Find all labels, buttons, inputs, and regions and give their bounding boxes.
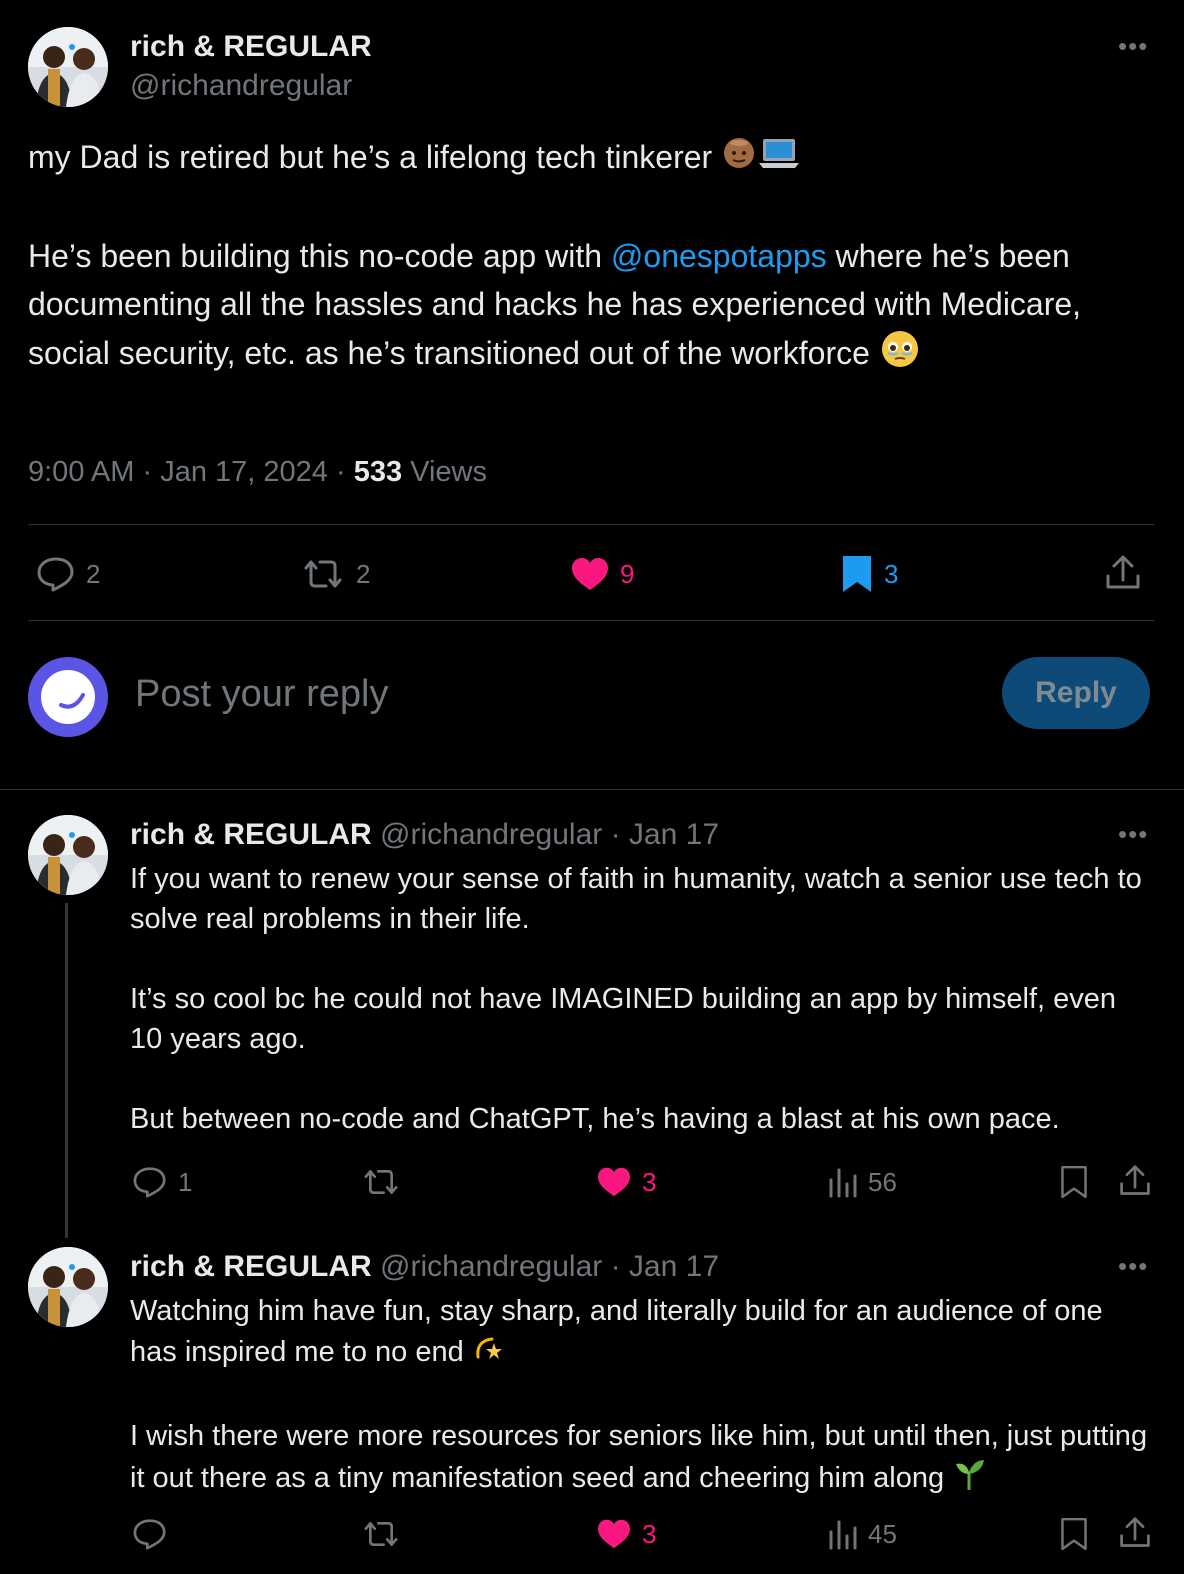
reply-icon — [133, 1167, 166, 1198]
view-count: 45 — [868, 1518, 897, 1549]
share-action[interactable] — [1118, 1164, 1152, 1198]
reply-author-handle[interactable]: @richandregular — [380, 1250, 602, 1283]
repost-count: 2 — [356, 558, 371, 589]
like-action[interactable]: 3 — [596, 1518, 656, 1550]
meta-separator: · — [335, 456, 346, 488]
post-meta: 9:00 AM · Jan 17, 2024 · 533 Views — [28, 452, 487, 492]
reply-paragraph: I wish there were more resources for sen… — [130, 1420, 1148, 1495]
reply-button[interactable]: Reply — [1002, 657, 1150, 729]
repost-action[interactable]: 2 — [300, 556, 370, 592]
smile-logo-icon — [30, 659, 106, 735]
like-count: 9 — [620, 558, 635, 589]
bookmark-icon — [1061, 1165, 1087, 1199]
man-bald-icon — [721, 135, 757, 184]
post-date[interactable]: Jan 17, 2024 — [160, 456, 328, 488]
repost-icon — [364, 1170, 398, 1194]
share-action[interactable] — [1104, 554, 1142, 592]
heart-filled-icon — [598, 1167, 630, 1197]
views-action[interactable]: 45 — [828, 1518, 897, 1550]
repost-icon — [304, 560, 342, 588]
like-action[interactable]: 9 — [570, 556, 634, 592]
views-label: Views — [410, 456, 487, 488]
heart-filled-icon — [572, 558, 608, 590]
meta-separator: · — [142, 456, 153, 488]
heart-filled-icon — [598, 1519, 630, 1549]
current-user-avatar[interactable] — [28, 657, 108, 737]
view-count: 56 — [868, 1166, 897, 1197]
analytics-icon — [829, 1168, 857, 1198]
more-options-icon[interactable]: ••• — [1118, 821, 1148, 847]
reply-text: Watching him have fun, stay sharp, and l… — [130, 1291, 1150, 1503]
reply-count: 2 — [86, 558, 101, 589]
avatar-photo-icon — [28, 815, 108, 895]
post-line-1: my Dad is retired but he’s a lifelong te… — [28, 139, 713, 175]
bookmark-icon — [1061, 1517, 1087, 1551]
share-icon — [1106, 555, 1140, 589]
bookmark-action[interactable] — [1060, 1516, 1088, 1552]
avatar-photo-icon — [28, 1247, 108, 1327]
divider — [28, 620, 1154, 621]
thread-connector — [65, 903, 68, 1238]
views-action[interactable]: 56 — [828, 1166, 897, 1198]
reply-author-handle[interactable]: @richandregular — [380, 818, 602, 851]
author-handle[interactable]: @richandregular — [130, 66, 372, 106]
reply-count: 1 — [178, 1166, 193, 1197]
bookmark-action[interactable]: 3 — [840, 554, 898, 594]
avatar-photo-icon — [28, 27, 108, 107]
reply-author-name[interactable]: rich & REGULAR — [130, 1250, 372, 1283]
reply-icon — [37, 557, 74, 592]
mention-link[interactable]: @onespotapps — [611, 238, 827, 274]
face-holding-back-tears-icon — [879, 328, 921, 383]
share-action[interactable] — [1118, 1516, 1152, 1550]
reply-input[interactable]: Post your reply — [135, 670, 388, 718]
reply-date[interactable]: · Jan 17 — [611, 818, 719, 851]
author-avatar[interactable] — [28, 27, 108, 107]
bookmark-filled-icon — [843, 556, 871, 592]
reply-header: rich & REGULAR @richandregular · Jan 17 — [130, 1247, 719, 1287]
reply-author-avatar[interactable] — [28, 815, 108, 895]
reply-action[interactable]: 2 — [36, 556, 100, 592]
bookmark-count: 3 — [884, 558, 899, 589]
share-icon — [1120, 1165, 1150, 1195]
more-options-icon[interactable]: ••• — [1118, 1253, 1148, 1279]
reply-author-avatar[interactable] — [28, 1247, 108, 1327]
laptop-icon — [757, 135, 801, 184]
seedling-icon — [952, 1456, 986, 1503]
reply-text: If you want to renew your sense of faith… — [130, 859, 1150, 1139]
share-icon — [1120, 1517, 1150, 1547]
reply-paragraph: Watching him have fun, stay sharp, and l… — [130, 1295, 1103, 1369]
post-paragraph-2-start: He’s been building this no-code app with — [28, 238, 611, 275]
reply-action[interactable] — [132, 1518, 178, 1550]
more-options-icon[interactable]: ••• — [1118, 33, 1148, 59]
like-count: 3 — [642, 1518, 657, 1549]
reply-author-name[interactable]: rich & REGULAR — [130, 818, 372, 851]
reply-paragraph: But between no-code and ChatGPT, he’s ha… — [130, 1103, 1060, 1135]
reply-paragraph: If you want to renew your sense of faith… — [130, 863, 1142, 935]
reply-date[interactable]: · Jan 17 — [611, 1250, 719, 1283]
repost-action[interactable] — [360, 1518, 412, 1550]
reply-icon — [133, 1519, 166, 1550]
post-time[interactable]: 9:00 AM — [28, 456, 134, 488]
repost-action[interactable] — [360, 1166, 412, 1198]
section-divider — [0, 789, 1184, 790]
like-count: 3 — [642, 1166, 657, 1197]
repost-icon — [364, 1522, 398, 1546]
views-count: 533 — [353, 456, 403, 488]
author-name[interactable]: rich & REGULAR — [130, 30, 372, 64]
analytics-icon — [829, 1520, 857, 1550]
reply-header: rich & REGULAR @richandregular · Jan 17 — [130, 815, 719, 855]
divider — [28, 524, 1154, 525]
dizzy-star-icon — [472, 1331, 506, 1376]
post-text: my Dad is retired but he’s a lifelong te… — [28, 133, 1158, 383]
like-action[interactable]: 3 — [596, 1166, 656, 1198]
reply-paragraph: It’s so cool bc he could not have IMAGIN… — [130, 983, 1117, 1055]
reply-action[interactable]: 1 — [132, 1166, 192, 1198]
bookmark-action[interactable] — [1060, 1164, 1088, 1200]
